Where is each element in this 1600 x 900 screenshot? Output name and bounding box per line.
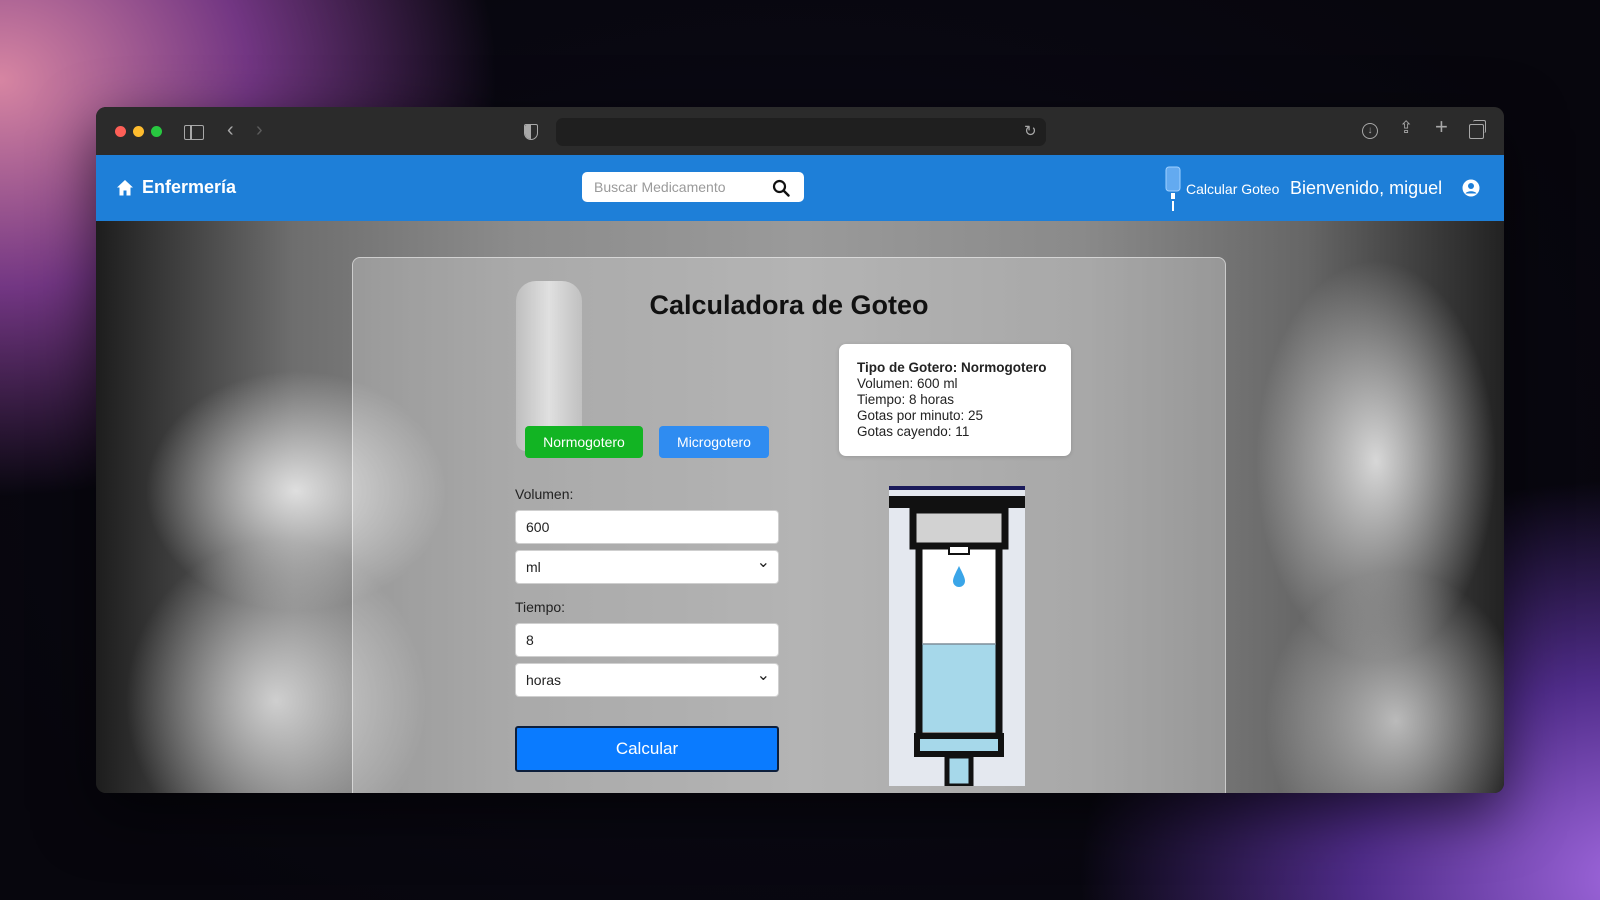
calculate-drip-link[interactable]: Calcular Goteo bbox=[1164, 165, 1279, 213]
volume-unit-select[interactable]: ml bbox=[515, 547, 779, 584]
close-window-button[interactable] bbox=[115, 126, 126, 137]
search-input[interactable] bbox=[582, 172, 786, 202]
result-panel: Tipo de Gotero: Normogotero Volumen: 600… bbox=[839, 344, 1071, 456]
minimize-window-button[interactable] bbox=[133, 126, 144, 137]
home-icon bbox=[117, 179, 133, 195]
welcome-text: Bienvenido, miguel bbox=[1290, 178, 1443, 198]
back-arrow-icon[interactable]: ‹ bbox=[227, 119, 234, 141]
app-navbar: Enfermería Calcular Goteo Bienvenido, mi… bbox=[96, 155, 1504, 221]
browser-window: ‹ › ↻ ↓ ⇪ + Enfermería Buscar Medicament… bbox=[96, 107, 1504, 793]
zoom-window-button[interactable] bbox=[151, 126, 162, 137]
share-icon[interactable]: ⇪ bbox=[1399, 117, 1413, 139]
reload-icon[interactable]: ↻ bbox=[1024, 121, 1037, 143]
volume-label: Volumen: bbox=[515, 486, 574, 502]
time-label: Tiempo: bbox=[515, 599, 566, 615]
calculate-button[interactable]: Calcular bbox=[515, 726, 779, 772]
sidebar-toggle-icon[interactable] bbox=[184, 125, 204, 140]
forward-arrow-icon[interactable]: › bbox=[256, 119, 263, 141]
time-input[interactable]: 8 bbox=[515, 623, 779, 657]
search-icon[interactable] bbox=[772, 179, 790, 197]
iv-drip-icon bbox=[1165, 166, 1181, 211]
volume-unit-value: ml bbox=[526, 559, 541, 575]
microgotero-button[interactable]: Microgotero bbox=[659, 426, 769, 458]
calculator-card: Calculadora de Goteo Normogotero Microgo… bbox=[352, 257, 1226, 793]
drip-chamber-icon bbox=[889, 486, 1025, 789]
search-box bbox=[582, 172, 804, 202]
time-unit-value: horas bbox=[526, 672, 562, 688]
main-content: Calculadora de Goteo Normogotero Microgo… bbox=[96, 221, 1504, 793]
address-bar[interactable] bbox=[556, 118, 1046, 146]
user-account-icon[interactable] bbox=[1462, 179, 1480, 197]
new-tab-icon[interactable]: + bbox=[1435, 116, 1448, 138]
result-drops-falling: Gotas cayendo: 11 bbox=[857, 424, 970, 439]
page-title: Calculadora de Goteo bbox=[649, 290, 929, 320]
download-icon[interactable]: ↓ bbox=[1362, 123, 1378, 139]
result-time: Tiempo: 8 horas bbox=[857, 392, 955, 407]
tab-overview-icon[interactable] bbox=[1469, 120, 1486, 139]
home-link[interactable]: Enfermería bbox=[116, 177, 236, 198]
brand-title: Enfermería bbox=[142, 177, 237, 197]
volume-input[interactable]: 600 bbox=[515, 510, 779, 544]
time-unit-select[interactable]: horas bbox=[515, 660, 779, 697]
browser-toolbar: ‹ › ↻ ↓ ⇪ + bbox=[96, 107, 1504, 155]
result-title: Tipo de Gotero: Normogotero bbox=[857, 360, 1047, 375]
drip-chamber-illustration bbox=[889, 486, 1025, 789]
normogotero-button[interactable]: Normogotero bbox=[525, 426, 643, 458]
result-drops-per-minute: Gotas por minuto: 25 bbox=[857, 408, 984, 423]
result-volume: Volumen: 600 ml bbox=[857, 376, 958, 391]
privacy-shield-icon[interactable] bbox=[524, 124, 538, 140]
calculate-drip-label: Calcular Goteo bbox=[1186, 181, 1280, 197]
